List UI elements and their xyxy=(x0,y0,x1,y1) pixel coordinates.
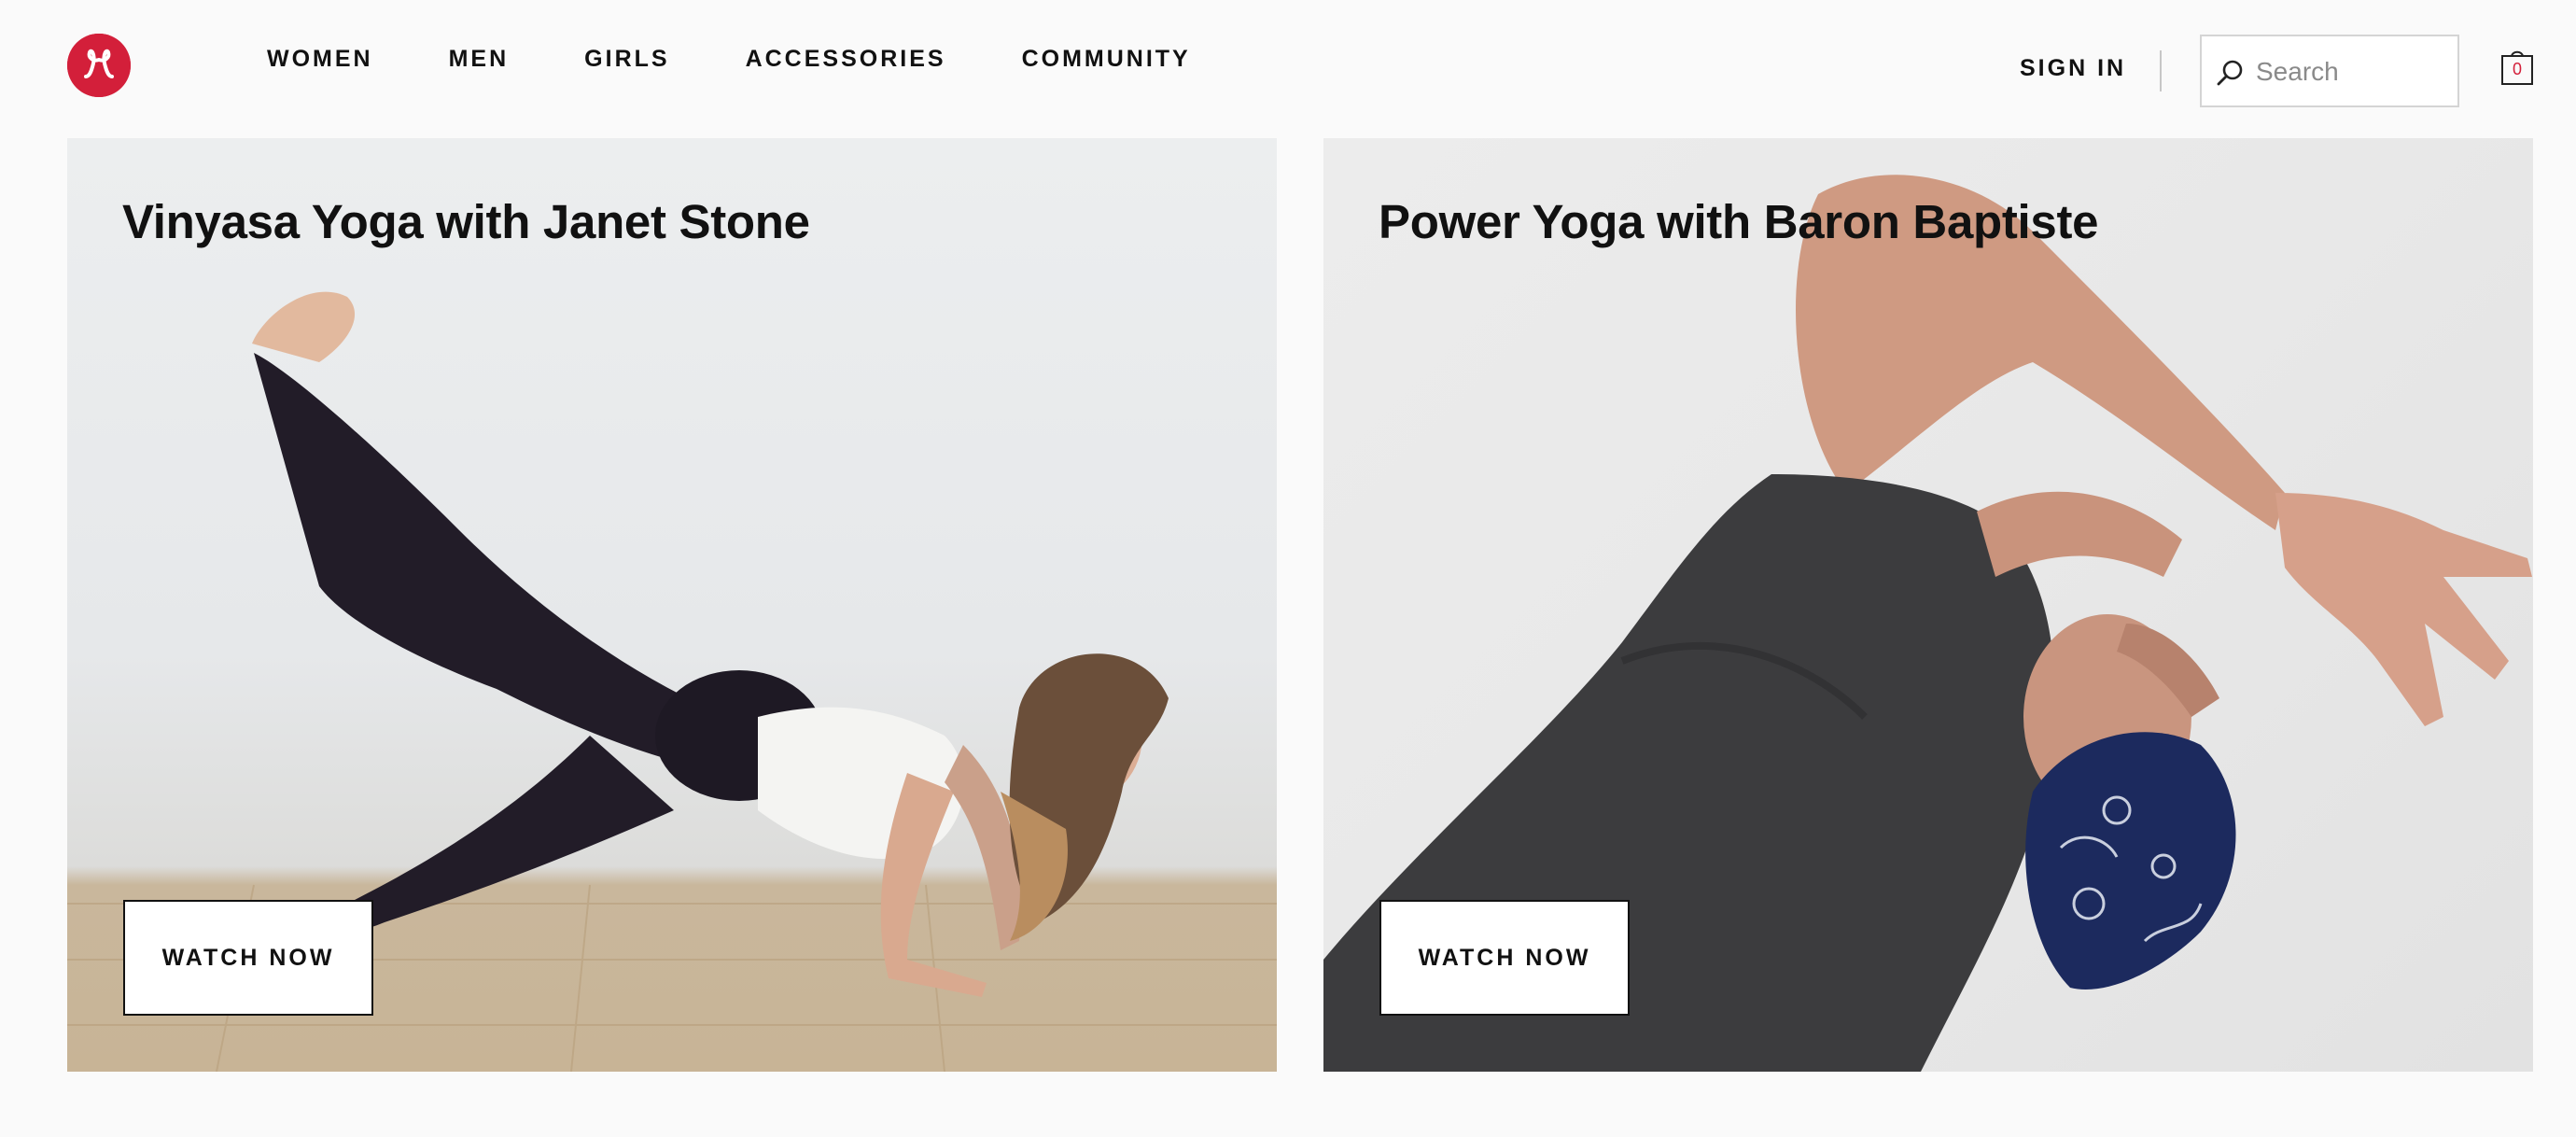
card-title: Vinyasa Yoga with Janet Stone xyxy=(122,195,810,248)
watch-now-button[interactable]: WATCH NOW xyxy=(1379,900,1630,1016)
search-icon[interactable] xyxy=(2215,57,2247,89)
site-header: WOMEN MEN GIRLS ACCESSORIES COMMUNITY SI… xyxy=(0,0,2576,138)
search-box[interactable] xyxy=(2200,35,2459,107)
nav-item-girls[interactable]: GIRLS xyxy=(584,45,669,73)
cart-count-badge: 0 xyxy=(2512,60,2522,78)
lululemon-logo-icon[interactable] xyxy=(67,34,131,97)
nav-item-community[interactable]: COMMUNITY xyxy=(1022,45,1191,73)
video-card-power-yoga[interactable]: Power Yoga with Baron Baptiste WATCH NOW xyxy=(1323,138,2533,1072)
watch-now-button[interactable]: WATCH NOW xyxy=(123,900,373,1016)
nav-item-accessories[interactable]: ACCESSORIES xyxy=(746,45,946,73)
header-divider xyxy=(2160,50,2162,91)
shopping-bag-button[interactable]: 0 xyxy=(2499,47,2535,86)
card-title: Power Yoga with Baron Baptiste xyxy=(1379,195,2099,248)
nav-item-women[interactable]: WOMEN xyxy=(267,45,373,73)
search-input[interactable] xyxy=(2256,53,2443,91)
main-nav: WOMEN MEN GIRLS ACCESSORIES COMMUNITY xyxy=(267,45,1267,73)
nav-item-men[interactable]: MEN xyxy=(449,45,510,73)
video-card-vinyasa[interactable]: Vinyasa Yoga with Janet Stone WATCH NOW xyxy=(67,138,1277,1072)
sign-in-link[interactable]: SIGN IN xyxy=(2020,54,2126,82)
